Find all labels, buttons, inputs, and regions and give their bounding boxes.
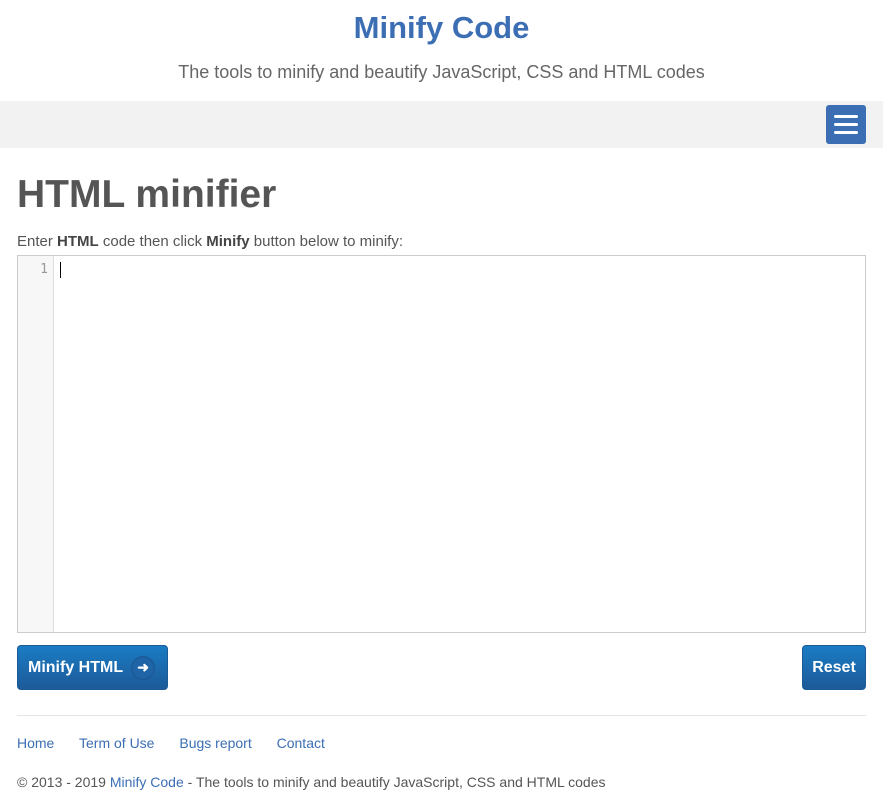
code-input[interactable] xyxy=(55,256,865,632)
reset-button[interactable]: Reset xyxy=(802,645,866,690)
reset-button-label: Reset xyxy=(812,658,856,676)
site-tagline: The tools to minify and beautify JavaScr… xyxy=(178,62,705,82)
main-content: HTML minifier Enter HTML code then click… xyxy=(17,148,866,690)
footer-link-contact[interactable]: Contact xyxy=(277,735,325,751)
footer-divider xyxy=(17,715,866,716)
minify-button-label: Minify HTML xyxy=(28,658,124,676)
code-editor[interactable]: 1 xyxy=(17,255,866,633)
navbar xyxy=(0,101,883,148)
editor-gutter: 1 xyxy=(18,256,54,632)
site-title[interactable]: Minify Code xyxy=(0,11,883,45)
action-bar: Minify HTML ➜ Reset xyxy=(17,645,866,690)
instructions-text: Enter HTML code then click Minify button… xyxy=(17,233,404,250)
footer-link-home[interactable]: Home xyxy=(17,735,54,751)
hamburger-icon xyxy=(834,115,858,118)
site-header: Minify Code The tools to minify and beau… xyxy=(0,0,883,101)
menu-button[interactable] xyxy=(826,105,866,144)
footer-link-bugs-report[interactable]: Bugs report xyxy=(179,735,251,751)
footer-link-terms[interactable]: Term of Use xyxy=(79,735,154,751)
minify-html-button[interactable]: Minify HTML ➜ xyxy=(17,645,168,690)
page-title: HTML minifier xyxy=(17,173,277,216)
arrow-right-icon: ➜ xyxy=(131,655,156,680)
line-number: 1 xyxy=(40,262,48,277)
copyright: © 2013 - 2019 Minify Code - The tools to… xyxy=(17,774,606,790)
footer-links: Home Term of Use Bugs report Contact xyxy=(17,735,346,751)
text-cursor xyxy=(60,262,61,278)
copyright-site-link[interactable]: Minify Code xyxy=(110,774,184,790)
